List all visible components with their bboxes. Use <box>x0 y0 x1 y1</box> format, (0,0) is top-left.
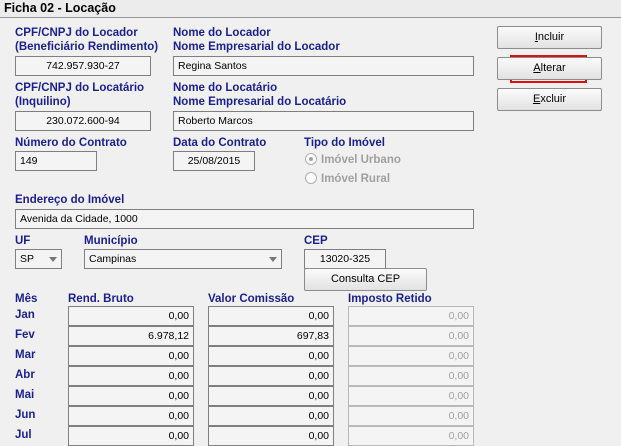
imposto-retido-field: 0,00 <box>348 306 474 326</box>
incluir-button[interactable]: Incluir <box>497 26 602 49</box>
chevron-down-icon <box>49 257 57 262</box>
month-label: Jul <box>15 429 32 441</box>
endereco-field[interactable]: Avenida da Cidade, 1000 <box>15 209 474 229</box>
month-label: Jun <box>15 409 36 421</box>
header-imposto-retido: Imposto Retido <box>348 293 432 305</box>
valor-comissao-field[interactable]: 0,00 <box>208 386 334 406</box>
contrato-data-field[interactable]: 25/08/2015 <box>173 151 255 171</box>
rend-bruto-field[interactable]: 0,00 <box>68 406 194 426</box>
locador-nome-field[interactable]: Regina Santos <box>173 56 474 76</box>
radio-imovel-rural[interactable]: Imóvel Rural <box>305 172 390 185</box>
excluir-button[interactable]: Excluir <box>497 88 602 111</box>
municipio-value: Campinas <box>89 253 137 265</box>
imposto-retido-field: 0,00 <box>348 346 474 366</box>
header-mes: Mês <box>15 293 38 305</box>
locatario-cpf-label-2: (Inquilino) <box>15 96 71 108</box>
valor-comissao-field[interactable]: 0,00 <box>208 346 334 366</box>
imposto-retido-field: 0,00 <box>348 406 474 426</box>
window-title: Ficha 02 - Locação <box>4 1 116 15</box>
locador-cpf-label-1: CPF/CNPJ do Locador <box>15 27 138 39</box>
municipio-label: Município <box>84 235 138 247</box>
alterar-button[interactable]: Alterar <box>497 57 602 80</box>
month-label: Fev <box>15 329 35 341</box>
locatario-cpf-field[interactable]: 230.072.600-94 <box>15 111 151 131</box>
incluir-rest: ncluir <box>537 31 565 43</box>
uf-select[interactable]: SP <box>15 249 62 269</box>
header-valor-comissao: Valor Comissão <box>208 293 295 305</box>
tipo-imovel-label: Tipo do Imóvel <box>304 137 385 149</box>
cep-field[interactable]: 13020-325 <box>304 249 386 269</box>
rend-bruto-field[interactable]: 0,00 <box>68 386 194 406</box>
excluir-rest: xcluir <box>540 93 566 105</box>
alterar-accel: A <box>533 62 541 74</box>
locatario-nome-field[interactable]: Roberto Marcos <box>173 111 474 131</box>
imposto-retido-field: 0,00 <box>348 366 474 386</box>
rend-bruto-field[interactable]: 0,00 <box>68 366 194 386</box>
cep-label: CEP <box>304 235 328 247</box>
header-rend-bruto: Rend. Bruto <box>68 293 134 305</box>
locatario-cpf-label-1: CPF/CNPJ do Locatário <box>15 82 145 94</box>
locador-cpf-label-2: (Beneficiário Rendimento) <box>15 41 159 53</box>
endereco-label: Endereço do Imóvel <box>15 194 125 206</box>
contrato-numero-label: Número do Contrato <box>15 137 127 149</box>
locador-cpf-field[interactable]: 742.957.930-27 <box>15 56 151 76</box>
uf-value: SP <box>20 253 35 265</box>
consulta-cep-button[interactable]: Consulta CEP <box>304 268 427 291</box>
locatario-nome-label-2: Nome Empresarial do Locatário <box>173 96 347 108</box>
title-bar: Ficha 02 - Locação <box>0 0 621 18</box>
contrato-numero-field[interactable]: 149 <box>15 151 97 171</box>
locador-nome-label-1: Nome do Locador <box>173 27 271 39</box>
locatario-nome-label-1: Nome do Locatário <box>173 82 278 94</box>
valor-comissao-field[interactable]: 0,00 <box>208 306 334 326</box>
valor-comissao-field[interactable]: 0,00 <box>208 406 334 426</box>
imposto-retido-field: 0,00 <box>348 426 474 446</box>
rend-bruto-field[interactable]: 6.978,12 <box>68 326 194 346</box>
rend-bruto-field[interactable]: 0,00 <box>68 306 194 326</box>
month-label: Mai <box>15 389 35 401</box>
rend-bruto-field[interactable]: 0,00 <box>68 426 194 446</box>
rend-bruto-field[interactable]: 0,00 <box>68 346 194 366</box>
month-label: Abr <box>15 369 35 381</box>
radio-rural-label: Imóvel Rural <box>321 173 391 185</box>
month-label: Jan <box>15 309 35 321</box>
alterar-rest: lterar <box>540 62 566 74</box>
valor-comissao-field[interactable]: 0,00 <box>208 426 334 446</box>
imposto-retido-field: 0,00 <box>348 326 474 346</box>
valor-comissao-field[interactable]: 0,00 <box>208 366 334 386</box>
municipio-select[interactable]: Campinas <box>84 249 282 269</box>
locador-nome-label-2: Nome Empresarial do Locador <box>173 41 340 53</box>
valor-comissao-field[interactable]: 697,83 <box>208 326 334 346</box>
radio-urbano-label: Imóvel Urbano <box>321 154 401 166</box>
radio-selected-icon <box>305 153 317 165</box>
uf-label: UF <box>15 235 31 247</box>
radio-imovel-urbano[interactable]: Imóvel Urbano <box>305 153 401 166</box>
contrato-data-label: Data do Contrato <box>173 137 267 149</box>
month-label: Mar <box>15 349 36 361</box>
chevron-down-icon <box>269 257 277 262</box>
imposto-retido-field: 0,00 <box>348 386 474 406</box>
radio-unselected-icon <box>305 172 317 184</box>
